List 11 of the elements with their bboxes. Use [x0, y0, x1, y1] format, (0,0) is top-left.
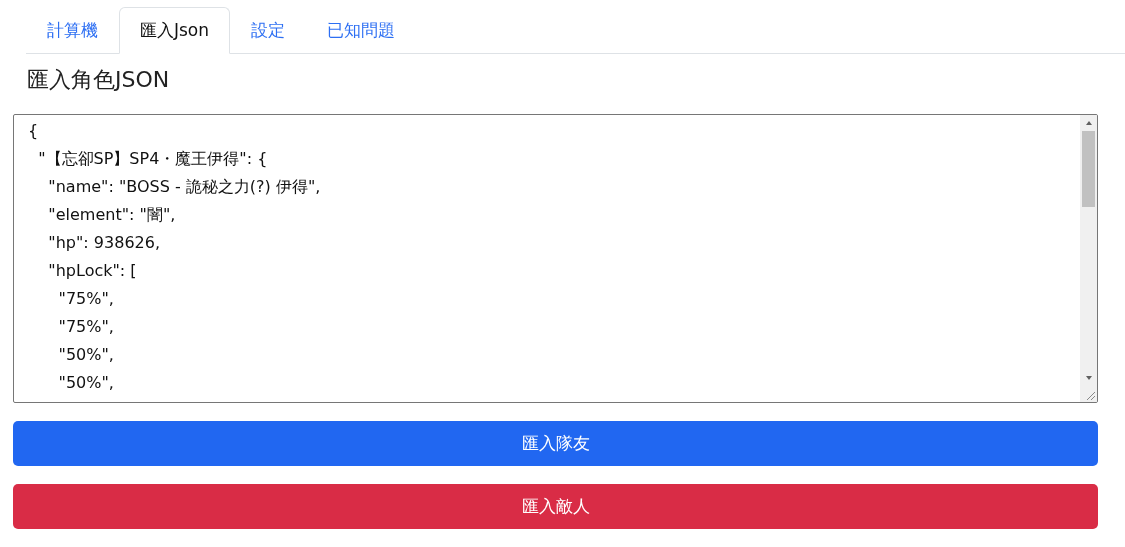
- tab[interactable]: 已知問題: [306, 7, 417, 54]
- scroll-down-icon[interactable]: [1084, 375, 1093, 381]
- tab[interactable]: 計算機: [26, 7, 119, 54]
- tab[interactable]: 匯入Json: [119, 7, 231, 54]
- import-ally-button[interactable]: 匯入隊友: [13, 421, 1098, 466]
- tab[interactable]: 設定: [230, 7, 307, 54]
- import-enemy-button[interactable]: 匯入敵人: [13, 484, 1098, 529]
- section-heading: 匯入角色JSON: [27, 66, 171, 94]
- scroll-up-icon[interactable]: [1084, 120, 1093, 126]
- scrollbar-thumb[interactable]: [1082, 131, 1095, 207]
- scrollbar[interactable]: [1080, 115, 1097, 402]
